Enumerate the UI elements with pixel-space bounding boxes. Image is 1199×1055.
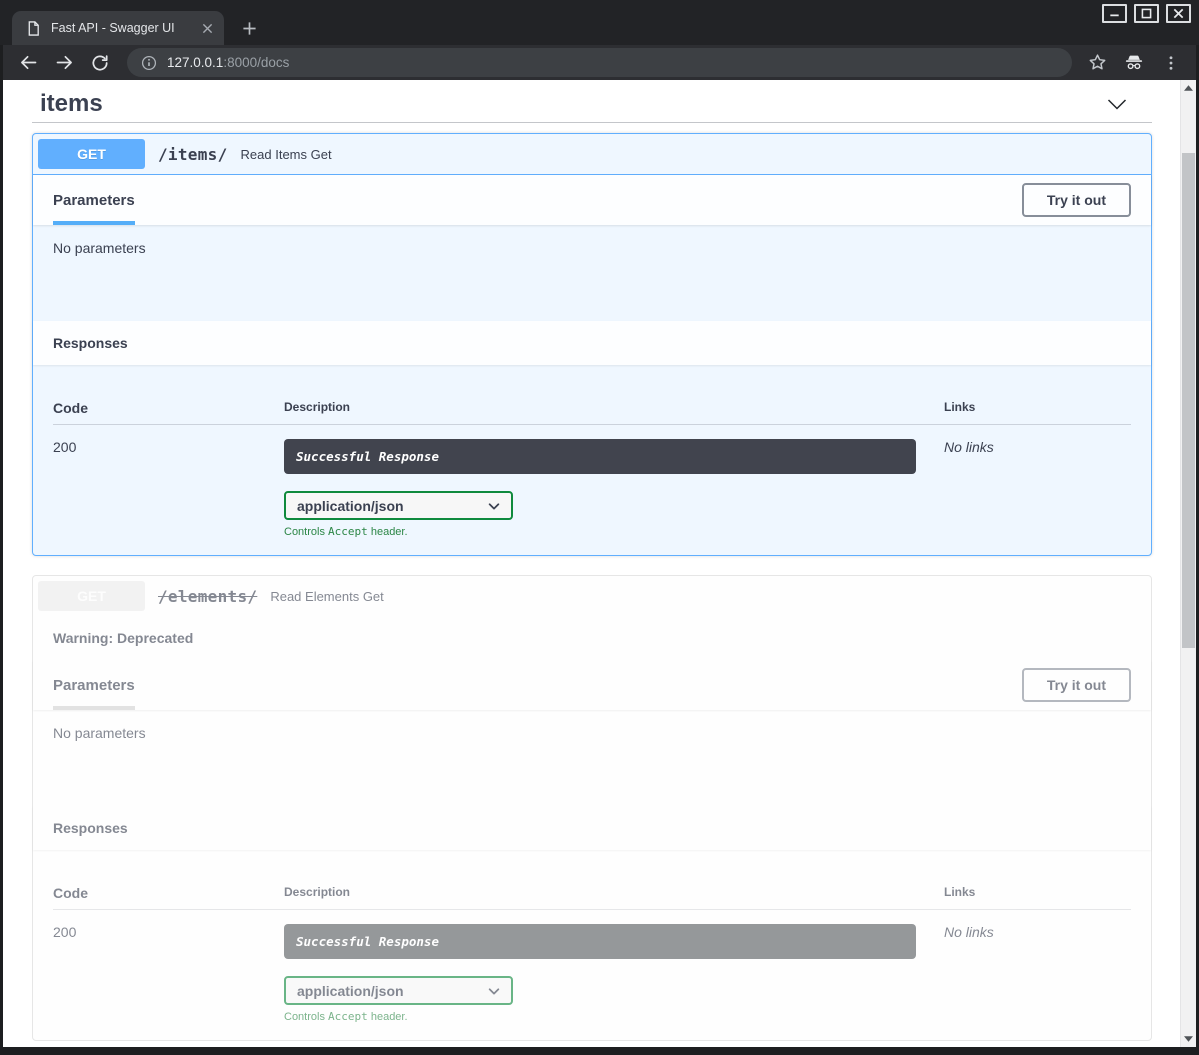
- maximize-icon: [1140, 7, 1153, 20]
- responses-table: Code Description Links 200 Successful Re…: [33, 850, 1151, 1040]
- response-row-200: 200 Successful Response application/json…: [53, 910, 1131, 1023]
- maximize-button[interactable]: [1134, 4, 1159, 23]
- scrollbar-down-icon[interactable]: [1181, 1032, 1196, 1046]
- url-path: :8000/docs: [223, 55, 289, 70]
- three-dot-menu-icon: [1162, 54, 1180, 72]
- response-links: No links: [944, 439, 1131, 538]
- response-description-cell: Successful Response application/json Con…: [284, 924, 944, 1023]
- url-host: 127.0.0.1: [167, 55, 223, 70]
- response-row-200: 200 Successful Response application/json…: [53, 425, 1131, 538]
- response-code: 200: [53, 924, 284, 1023]
- close-button[interactable]: [1166, 4, 1191, 23]
- browser-tab[interactable]: Fast API - Swagger UI: [12, 11, 224, 45]
- code-column-header: Code: [53, 400, 284, 416]
- tag-section-header[interactable]: items: [32, 80, 1152, 123]
- tab-title: Fast API - Swagger UI: [51, 21, 198, 35]
- response-description: Successful Response: [284, 439, 916, 474]
- bookmark-star-icon[interactable]: [1086, 52, 1108, 74]
- parameters-body: No parameters: [33, 710, 1151, 806]
- browser-titlebar: Fast API - Swagger UI: [0, 0, 1199, 45]
- incognito-icon: [1123, 52, 1145, 74]
- back-button[interactable]: [17, 52, 39, 74]
- endpoint-summary: Read Elements Get: [270, 589, 383, 604]
- parameters-header: Parameters Try it out: [33, 175, 1151, 225]
- deprecated-warning: Warning: Deprecated: [33, 616, 1151, 660]
- back-icon: [18, 52, 39, 73]
- opblock-get-elements-deprecated: GET /elements/ Read Elements Get Warning…: [32, 575, 1152, 1041]
- method-badge: GET: [38, 139, 145, 169]
- new-tab-button[interactable]: [236, 15, 262, 41]
- responses-table: Code Description Links 200 Successful Re…: [33, 365, 1151, 555]
- minimize-button[interactable]: [1102, 4, 1127, 23]
- forward-icon: [54, 52, 75, 73]
- favicon-document-icon: [26, 20, 41, 37]
- responses-header: Responses: [33, 321, 1151, 365]
- reload-button[interactable]: [89, 52, 111, 74]
- opblock-summary[interactable]: GET /items/ Read Items Get: [33, 134, 1151, 175]
- responses-header: Responses: [33, 806, 1151, 850]
- reload-icon: [90, 53, 110, 73]
- tag-title: items: [40, 90, 103, 118]
- responses-table-head: Code Description Links: [53, 400, 1131, 425]
- plus-icon: [242, 21, 257, 36]
- description-column-header: Description: [284, 885, 944, 901]
- vertical-scrollbar[interactable]: [1180, 80, 1196, 1047]
- tab-close-icon[interactable]: [198, 19, 216, 37]
- code-column-header: Code: [53, 885, 284, 901]
- response-code: 200: [53, 439, 284, 538]
- site-info-icon[interactable]: [141, 55, 157, 71]
- parameters-tab[interactable]: Parameters: [53, 660, 135, 710]
- chevron-down-icon: [487, 499, 501, 513]
- swagger-ui: items GET /items/ Read Items Get Paramet…: [3, 80, 1196, 1047]
- endpoint-summary: Read Items Get: [241, 147, 332, 162]
- opblock-summary[interactable]: GET /elements/ Read Elements Get: [33, 576, 1151, 616]
- collapse-chevron-down-icon[interactable]: [1105, 92, 1129, 116]
- parameters-tab[interactable]: Parameters: [53, 175, 135, 225]
- scrollbar-thumb[interactable]: [1182, 153, 1195, 648]
- close-icon: [1172, 7, 1185, 20]
- response-description-cell: Successful Response application/json Con…: [284, 439, 944, 538]
- minimize-icon: [1108, 7, 1121, 20]
- opblock-get-items: GET /items/ Read Items Get Parameters Tr…: [32, 133, 1152, 556]
- url-text: 127.0.0.1:8000/docs: [167, 55, 289, 70]
- no-parameters-text: No parameters: [53, 725, 146, 741]
- try-it-out-button[interactable]: Try it out: [1022, 183, 1131, 217]
- description-column-header: Description: [284, 400, 944, 416]
- links-column-header: Links: [944, 885, 1131, 901]
- responses-table-head: Code Description Links: [53, 885, 1131, 910]
- parameters-body: No parameters: [33, 225, 1151, 321]
- accept-header-note: Controls Accept header.: [284, 1010, 916, 1023]
- accept-header-note: Controls Accept header.: [284, 525, 916, 538]
- response-links: No links: [944, 924, 1131, 1023]
- forward-button[interactable]: [53, 52, 75, 74]
- links-column-header: Links: [944, 400, 1131, 416]
- browser-toolbar: 127.0.0.1:8000/docs: [3, 45, 1196, 80]
- window-controls: [1102, 4, 1191, 23]
- media-type-select[interactable]: application/json: [284, 976, 513, 1005]
- no-parameters-text: No parameters: [53, 240, 146, 256]
- scrollbar-up-icon[interactable]: [1181, 81, 1196, 95]
- page-content: items GET /items/ Read Items Get Paramet…: [3, 80, 1196, 1047]
- response-description: Successful Response: [284, 924, 916, 959]
- endpoint-path: /elements/: [158, 587, 257, 606]
- try-it-out-button[interactable]: Try it out: [1022, 668, 1131, 702]
- browser-menu-button[interactable]: [1160, 52, 1182, 74]
- media-type-select[interactable]: application/json: [284, 491, 513, 520]
- chevron-down-icon: [487, 984, 501, 998]
- method-badge: GET: [38, 581, 145, 611]
- address-bar[interactable]: 127.0.0.1:8000/docs: [127, 48, 1072, 77]
- endpoint-path: /items/: [158, 145, 228, 164]
- parameters-header: Parameters Try it out: [33, 660, 1151, 710]
